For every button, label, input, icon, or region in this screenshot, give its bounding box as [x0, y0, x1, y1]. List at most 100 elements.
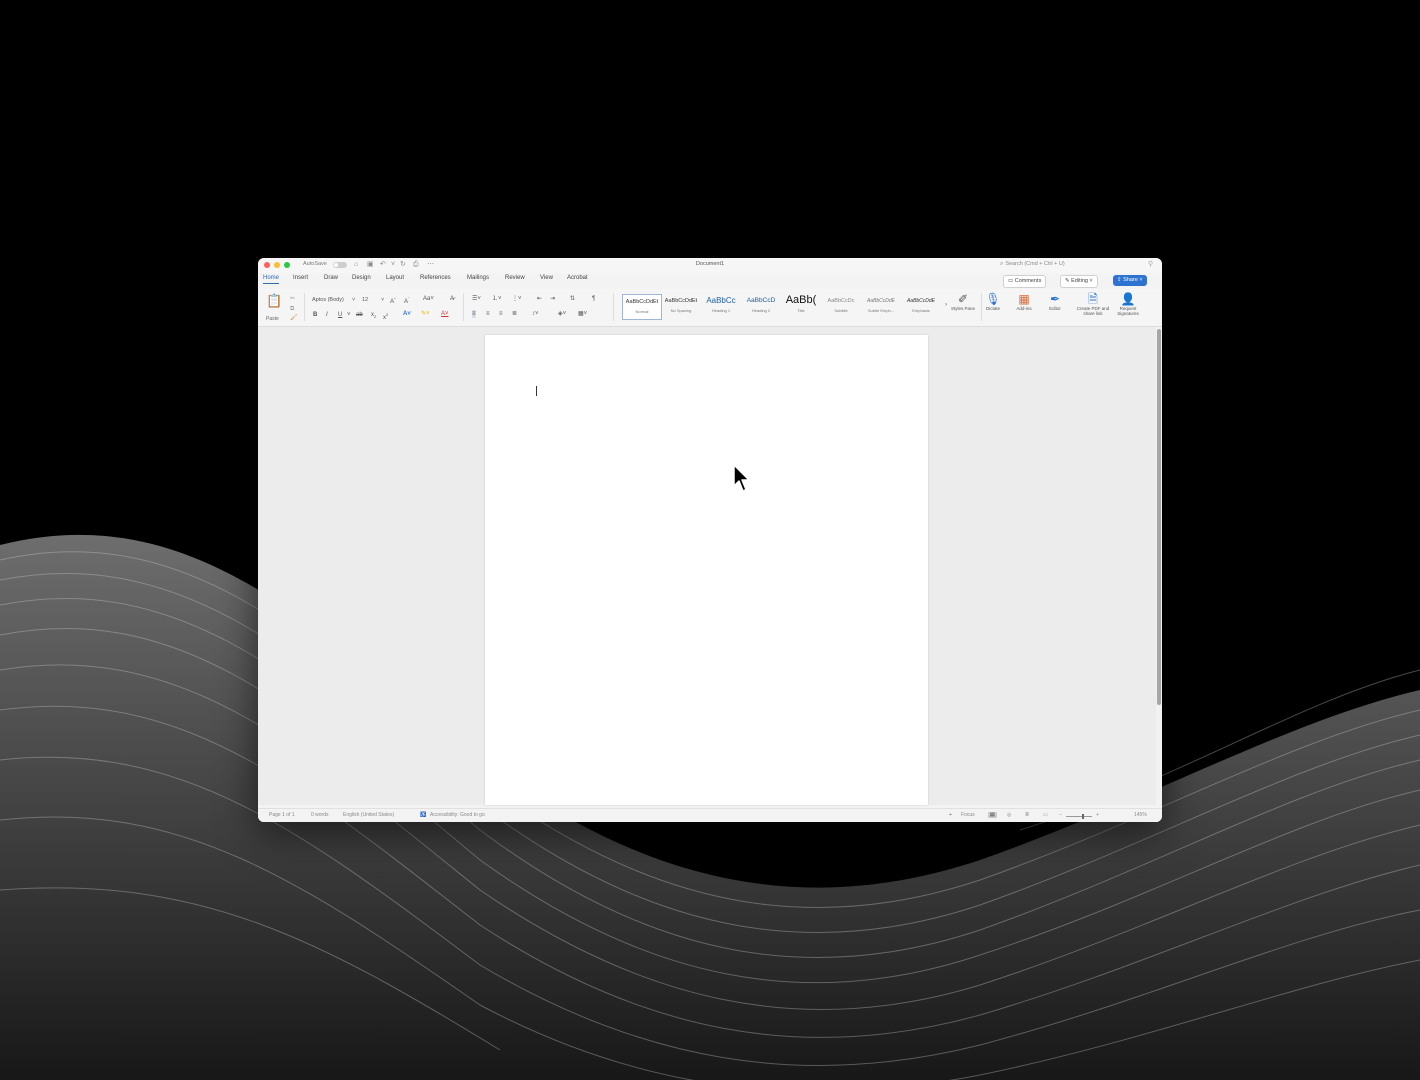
paragraph-marks-icon[interactable]: ¶ [592, 295, 595, 303]
accessibility-status[interactable]: Accessibility: Good to go [430, 812, 485, 818]
text-effects-icon[interactable]: A˅ [403, 310, 411, 318]
paste-label[interactable]: Paste [266, 315, 279, 323]
zoom-slider-knob[interactable] [1082, 814, 1084, 819]
numbering-icon[interactable]: ⒈˅ [492, 295, 502, 303]
styles-pane-button[interactable]: ✐ Styles Pane [947, 292, 979, 311]
chevron-down-icon[interactable]: ˅ [391, 260, 395, 270]
superscript-icon[interactable]: x2 [383, 311, 388, 322]
strikethrough-icon[interactable]: ab [356, 311, 363, 319]
tab-home[interactable]: Home [263, 275, 280, 284]
style-heading-2[interactable]: AaBbCcD Heading 2 [742, 294, 780, 318]
underline-icon[interactable]: U [338, 311, 342, 319]
highlight-icon[interactable]: ✎˅ [421, 310, 430, 318]
home-icon[interactable]: ⌂ [354, 260, 358, 270]
font-color-icon[interactable]: A˅ [441, 310, 449, 318]
tab-review[interactable]: Review [505, 275, 525, 283]
clear-formatting-icon[interactable]: A̷ [450, 295, 454, 303]
web-layout-icon[interactable]: ◎ [1007, 812, 1011, 818]
style-heading-1[interactable]: AaBbCc Heading 1 [702, 294, 740, 318]
page-count[interactable]: Page 1 of 1 [269, 812, 295, 818]
font-name-select[interactable]: Aptos (Body) [312, 296, 344, 304]
font-size-select[interactable]: 12 [362, 296, 368, 304]
print-layout-icon[interactable]: ▤ [988, 812, 997, 818]
zoom-button[interactable] [284, 262, 290, 268]
style-emphasis[interactable]: AaBbCcDdE Emphasis [902, 294, 940, 318]
search-box[interactable]: ⌕ Search (Cmd + Ctrl + U) [1000, 261, 1065, 268]
language[interactable]: English (United States) [343, 812, 394, 818]
style-no-spacing[interactable]: AaBbCcDdEt No Spacing [662, 294, 700, 318]
tab-mailings[interactable]: Mailings [467, 275, 489, 283]
undo-icon[interactable]: ↶ [380, 260, 386, 270]
tab-draw[interactable]: Draw [324, 275, 338, 283]
editor-label: Editor [1049, 306, 1061, 311]
tab-design[interactable]: Design [352, 275, 371, 283]
save-icon[interactable]: ▣ [367, 260, 374, 270]
shading-icon[interactable]: ◈˅ [558, 310, 566, 318]
tab-view[interactable]: View [540, 275, 553, 283]
dictate-label: Dictate [985, 306, 1000, 311]
decrease-indent-icon[interactable]: ⇤ [537, 295, 542, 303]
print-icon[interactable]: ⎙ [413, 260, 419, 270]
chevron-down-icon[interactable]: ˅ [352, 296, 355, 304]
editing-mode-button[interactable]: ✎ Editing ˅ [1060, 275, 1098, 288]
chevron-down-icon[interactable]: ˅ [381, 296, 384, 304]
autosave-label: AutoSave [303, 261, 327, 267]
align-right-icon[interactable]: ≡ [499, 310, 503, 318]
tab-insert[interactable]: Insert [293, 275, 308, 283]
focus-button[interactable]: Focus [961, 812, 975, 818]
format-painter-icon[interactable]: 🖌 [290, 314, 298, 322]
comments-button[interactable]: ▭ Comments [1003, 275, 1047, 288]
style-subtle-emphasis[interactable]: AaBbCcDdE Subtle Emph... [862, 294, 900, 318]
tab-acrobat[interactable]: Acrobat [567, 275, 588, 283]
shrink-font-icon[interactable]: Aˇ [404, 295, 409, 306]
redo-icon[interactable]: ↻ [400, 260, 406, 270]
chevron-down-icon[interactable]: ˅ [347, 311, 351, 319]
subscript-icon[interactable]: x2 [371, 311, 376, 321]
add-ins-button[interactable]: ▦ Add-ins [1008, 292, 1040, 311]
justify-icon[interactable]: ≣ [512, 310, 517, 318]
cut-icon[interactable]: ✂ [290, 295, 295, 303]
share-button[interactable]: ⇪ Share ˅ [1113, 275, 1147, 286]
editor-button[interactable]: ✒ Editor [1039, 292, 1071, 311]
more-icon[interactable]: ⋯ [427, 260, 434, 270]
document-page[interactable] [485, 335, 928, 805]
sort-icon[interactable]: ⇅ [570, 295, 575, 303]
create-pdf-button[interactable]: 🗎 Create PDF and share link [1073, 292, 1113, 316]
divider [304, 293, 305, 321]
share-menu-icon[interactable]: ⚲ [1148, 260, 1153, 268]
bullets-icon[interactable]: ☰˅ [472, 295, 481, 303]
text-cursor [536, 386, 537, 396]
tab-references[interactable]: References [420, 275, 451, 283]
line-spacing-icon[interactable]: ↕˅ [532, 310, 539, 318]
grow-font-icon[interactable]: A^ [390, 295, 396, 306]
increase-indent-icon[interactable]: ⇥ [550, 295, 555, 303]
borders-icon[interactable]: ▦˅ [578, 310, 587, 318]
close-button[interactable] [264, 262, 270, 268]
clipboard-icon[interactable]: 📋 [266, 294, 282, 308]
minimize-button[interactable] [274, 262, 280, 268]
dictate-button[interactable]: 🎙 Dictate [977, 292, 1009, 311]
status-bar: Page 1 of 1 0 words English (United Stat… [258, 808, 1162, 822]
align-center-icon[interactable]: ≡ [486, 310, 490, 318]
vertical-scrollbar[interactable] [1156, 327, 1162, 805]
autosave-toggle[interactable] [333, 262, 347, 268]
change-case-icon[interactable]: Aa˅ [423, 295, 434, 303]
align-left-icon[interactable]: ≡ [472, 310, 476, 318]
multilevel-list-icon[interactable]: ⋮˅ [512, 295, 522, 303]
request-signatures-button[interactable]: 👤 Request Signatures [1113, 292, 1143, 316]
outline-view-icon[interactable]: ≣ [1025, 812, 1029, 818]
bold-icon[interactable]: B [313, 311, 317, 319]
tab-layout[interactable]: Layout [386, 275, 404, 283]
zoom-level[interactable]: 145% [1134, 812, 1147, 818]
zoom-slider[interactable] [1066, 816, 1092, 817]
style-title[interactable]: AaBb(Title [782, 294, 820, 318]
style-subtitle[interactable]: AaBbCcDc Subtitle [822, 294, 860, 318]
italic-icon[interactable]: I [326, 311, 328, 319]
copy-icon[interactable]: ⧉ [290, 305, 294, 313]
style-normal[interactable]: AaBbCcDdEt Normal [622, 294, 662, 320]
scrollbar-thumb[interactable] [1157, 329, 1161, 705]
zoom-in-icon[interactable]: + [1096, 812, 1099, 818]
word-count[interactable]: 0 words [311, 812, 329, 818]
zoom-out-icon[interactable]: − [1059, 812, 1062, 818]
draft-view-icon[interactable]: ▭ [1043, 812, 1048, 818]
